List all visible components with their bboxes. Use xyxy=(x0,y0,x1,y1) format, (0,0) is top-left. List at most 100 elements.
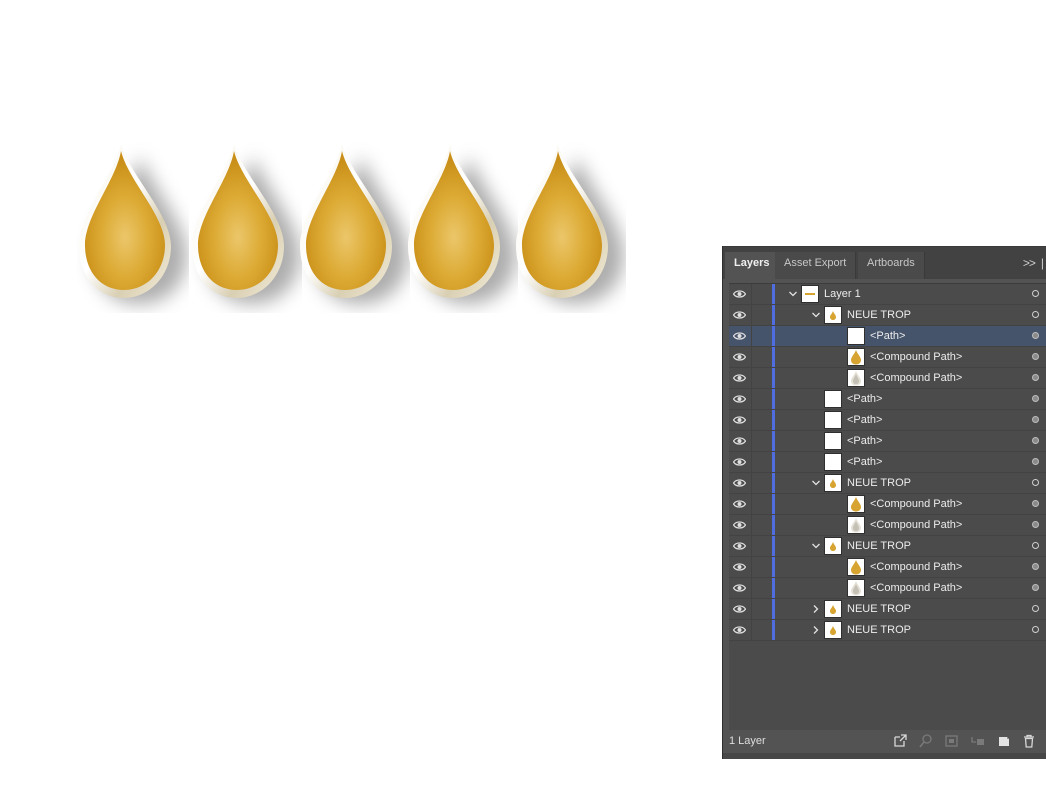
layer-row[interactable]: <Path> xyxy=(729,410,1046,431)
layer-name[interactable]: <Compound Path> xyxy=(870,578,962,598)
new-layer-icon[interactable] xyxy=(996,733,1012,749)
lock-toggle[interactable] xyxy=(751,284,773,304)
export-icon[interactable] xyxy=(892,733,908,749)
layer-row[interactable]: <Path> xyxy=(729,326,1046,347)
lock-toggle[interactable] xyxy=(751,557,773,577)
lock-toggle[interactable] xyxy=(751,326,773,346)
layers-list[interactable]: Layer 1 NEUE TROP <Path> <Compound Path> <Co… xyxy=(729,283,1046,730)
layer-row[interactable]: NEUE TROP xyxy=(729,305,1046,326)
lock-toggle[interactable] xyxy=(751,578,773,598)
visibility-eye-icon[interactable] xyxy=(732,310,747,320)
visibility-eye-icon[interactable] xyxy=(732,394,747,404)
target-circle[interactable] xyxy=(1032,521,1039,528)
visibility-eye-icon[interactable] xyxy=(732,331,747,341)
target-circle[interactable] xyxy=(1032,311,1039,318)
layer-row[interactable]: <Compound Path> xyxy=(729,347,1046,368)
visibility-eye-icon[interactable] xyxy=(732,625,747,635)
layer-name[interactable]: <Path> xyxy=(847,389,882,409)
chevron-right-icon[interactable] xyxy=(810,603,822,615)
visibility-eye-icon[interactable] xyxy=(732,415,747,425)
visibility-eye-icon[interactable] xyxy=(732,436,747,446)
visibility-eye-icon[interactable] xyxy=(732,562,747,572)
target-circle[interactable] xyxy=(1032,458,1039,465)
layer-name[interactable]: NEUE TROP xyxy=(847,473,911,493)
target-circle[interactable] xyxy=(1032,626,1039,633)
create-sublayer-icon[interactable] xyxy=(970,733,986,749)
layer-row[interactable]: <Compound Path> xyxy=(729,368,1046,389)
layer-name[interactable]: NEUE TROP xyxy=(847,620,911,640)
gold-drop[interactable] xyxy=(406,138,518,313)
lock-toggle[interactable] xyxy=(751,410,773,430)
layer-row[interactable]: <Compound Path> xyxy=(729,578,1046,599)
visibility-eye-icon[interactable] xyxy=(732,478,747,488)
lock-toggle[interactable] xyxy=(751,536,773,556)
lock-toggle[interactable] xyxy=(751,515,773,535)
lock-toggle[interactable] xyxy=(751,452,773,472)
layer-name[interactable]: Layer 1 xyxy=(824,284,861,304)
panel-resize-grip[interactable] xyxy=(723,753,1046,759)
layer-row[interactable]: NEUE TROP xyxy=(729,536,1046,557)
tab-artboards[interactable]: Artboards xyxy=(858,252,925,279)
layer-row[interactable]: <Compound Path> xyxy=(729,515,1046,536)
locate-object-icon[interactable] xyxy=(918,733,934,749)
panel-menu-button[interactable]: >> | xyxy=(1023,256,1044,270)
layer-row[interactable]: <Path> xyxy=(729,431,1046,452)
chevron-down-icon[interactable] xyxy=(810,540,822,552)
visibility-eye-icon[interactable] xyxy=(732,352,747,362)
layer-row[interactable]: NEUE TROP xyxy=(729,473,1046,494)
layer-name[interactable]: <Path> xyxy=(847,410,882,430)
layer-name[interactable]: <Compound Path> xyxy=(870,515,962,535)
visibility-eye-icon[interactable] xyxy=(732,373,747,383)
visibility-eye-icon[interactable] xyxy=(732,604,747,614)
visibility-eye-icon[interactable] xyxy=(732,541,747,551)
tab-layers[interactable]: Layers xyxy=(725,252,780,279)
trash-icon[interactable] xyxy=(1021,733,1037,749)
visibility-eye-icon[interactable] xyxy=(732,457,747,467)
target-circle[interactable] xyxy=(1032,353,1039,360)
target-circle[interactable] xyxy=(1032,479,1039,486)
layer-name[interactable]: <Compound Path> xyxy=(870,368,962,388)
target-circle[interactable] xyxy=(1032,584,1039,591)
layer-name[interactable]: <Compound Path> xyxy=(870,557,962,577)
visibility-eye-icon[interactable] xyxy=(732,499,747,509)
layer-name[interactable]: <Path> xyxy=(870,326,905,346)
layer-name[interactable]: NEUE TROP xyxy=(847,536,911,556)
layer-name[interactable]: <Path> xyxy=(847,452,882,472)
target-circle[interactable] xyxy=(1032,605,1039,612)
lock-toggle[interactable] xyxy=(751,305,773,325)
visibility-eye-icon[interactable] xyxy=(732,583,747,593)
layer-row[interactable]: NEUE TROP xyxy=(729,599,1046,620)
layer-row[interactable]: NEUE TROP xyxy=(729,620,1046,641)
layer-name[interactable]: <Compound Path> xyxy=(870,494,962,514)
lock-toggle[interactable] xyxy=(751,368,773,388)
lock-toggle[interactable] xyxy=(751,347,773,367)
target-circle[interactable] xyxy=(1032,563,1039,570)
layer-name[interactable]: NEUE TROP xyxy=(847,305,911,325)
chevron-down-icon[interactable] xyxy=(810,309,822,321)
visibility-eye-icon[interactable] xyxy=(732,289,747,299)
target-circle[interactable] xyxy=(1032,374,1039,381)
layer-row[interactable]: <Compound Path> xyxy=(729,557,1046,578)
target-circle[interactable] xyxy=(1032,437,1039,444)
target-circle[interactable] xyxy=(1032,542,1039,549)
lock-toggle[interactable] xyxy=(751,599,773,619)
chevron-right-icon[interactable] xyxy=(810,624,822,636)
layer-name[interactable]: NEUE TROP xyxy=(847,599,911,619)
lock-toggle[interactable] xyxy=(751,431,773,451)
lock-toggle[interactable] xyxy=(751,389,773,409)
layer-row[interactable]: Layer 1 xyxy=(729,284,1046,305)
target-circle[interactable] xyxy=(1032,500,1039,507)
tab-asset-export[interactable]: Asset Export xyxy=(775,252,857,279)
chevron-down-icon[interactable] xyxy=(787,288,799,300)
lock-toggle[interactable] xyxy=(751,473,773,493)
gold-drop[interactable] xyxy=(514,138,626,313)
layer-row[interactable]: <Compound Path> xyxy=(729,494,1046,515)
layer-row[interactable]: <Path> xyxy=(729,452,1046,473)
target-circle[interactable] xyxy=(1032,416,1039,423)
gold-drop[interactable] xyxy=(77,138,189,313)
layer-row[interactable]: <Path> xyxy=(729,389,1046,410)
lock-toggle[interactable] xyxy=(751,620,773,640)
layer-name[interactable]: <Path> xyxy=(847,431,882,451)
make-clipping-mask-icon[interactable] xyxy=(944,733,960,749)
visibility-eye-icon[interactable] xyxy=(732,520,747,530)
